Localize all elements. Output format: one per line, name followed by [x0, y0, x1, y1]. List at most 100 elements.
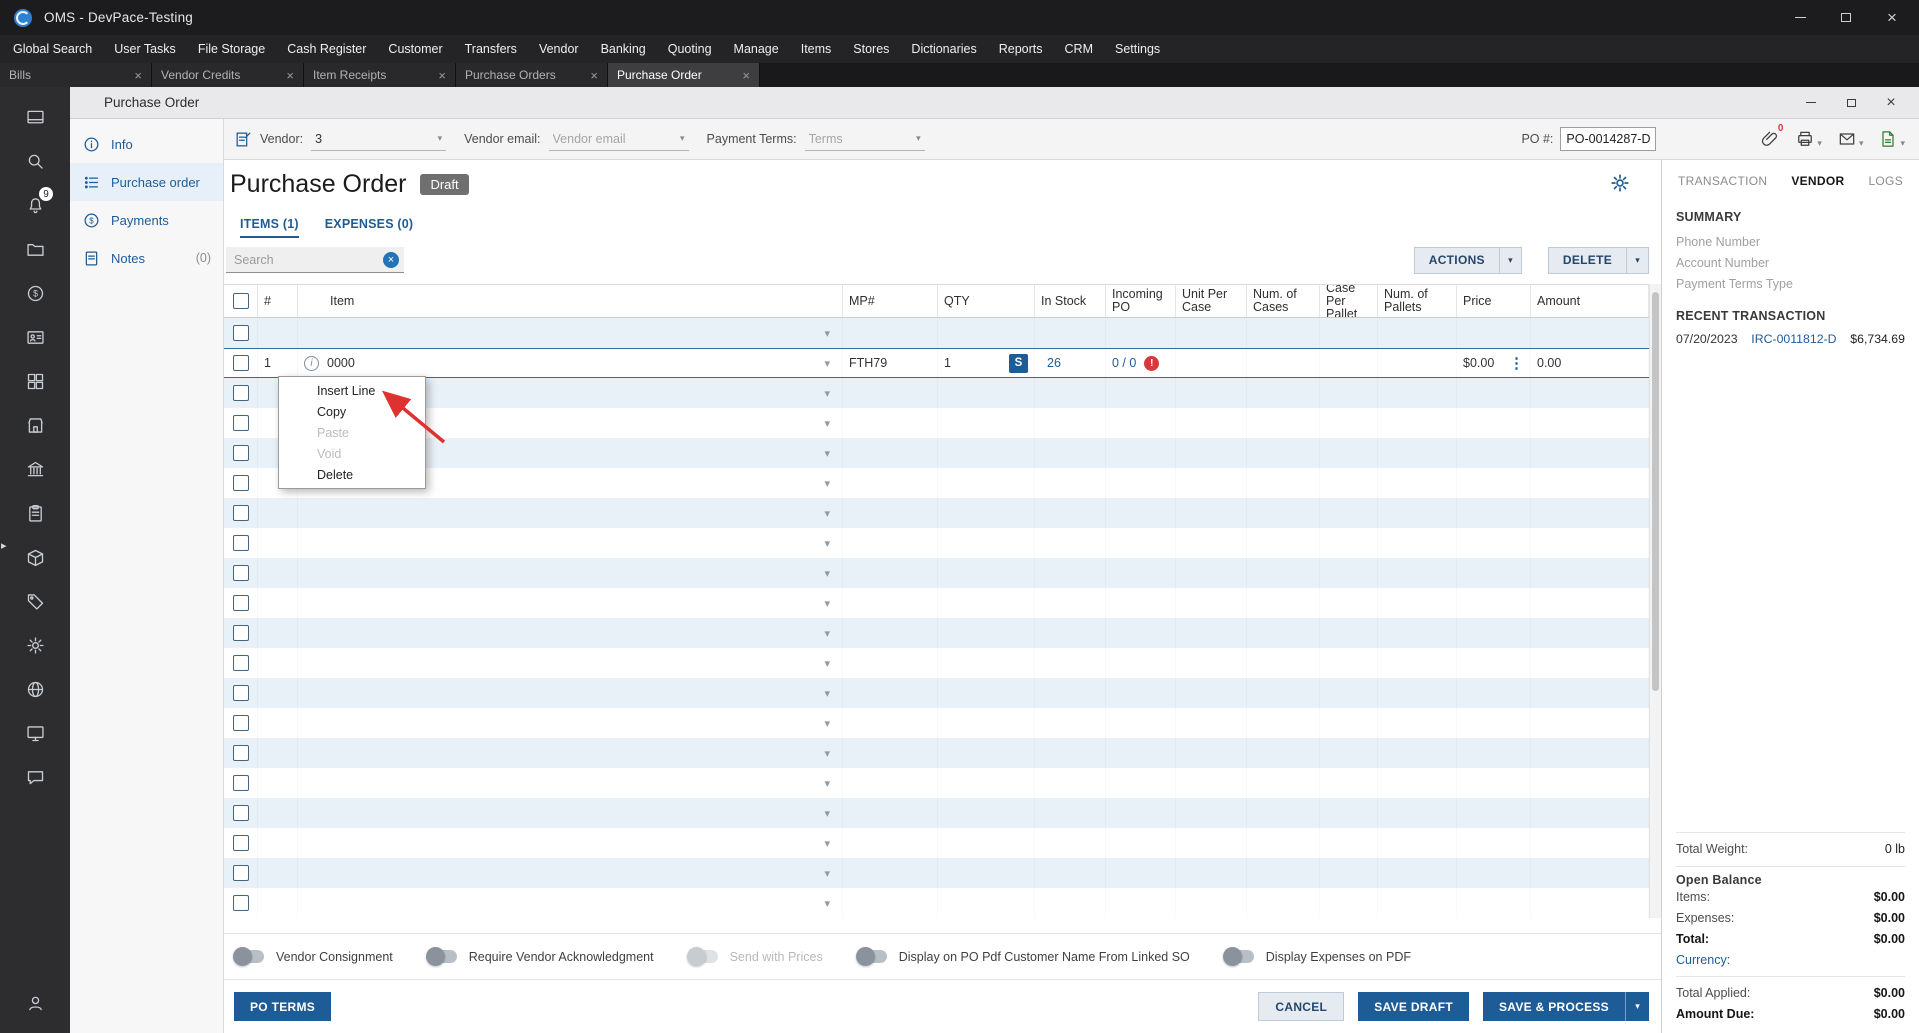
scrollbar-thumb[interactable]	[1652, 292, 1659, 691]
item-dropdown-icon[interactable]: ▾	[824, 387, 830, 400]
column-header-num-of-cases[interactable]: Num. of Cases	[1247, 285, 1320, 317]
nav-item-payments[interactable]: $ Payments	[70, 201, 223, 239]
tab-close-icon[interactable]: ×	[134, 68, 142, 83]
toggle-option[interactable]: Display on PO Pdf Customer Name From Lin…	[857, 950, 1190, 964]
sidebar-item-dashboard[interactable]	[0, 95, 70, 139]
item-dropdown-icon[interactable]: ▾	[824, 687, 830, 700]
toggle-switch[interactable]	[234, 950, 264, 963]
item-dropdown-icon[interactable]: ▾	[824, 657, 830, 670]
column-header-case-per-pallet[interactable]: Case Per Pallet	[1320, 285, 1378, 317]
sidebar-item-settings[interactable]	[0, 623, 70, 667]
menu-item[interactable]: Settings	[1104, 35, 1171, 63]
sidebar-item-tasks[interactable]	[0, 491, 70, 535]
item-dropdown-icon[interactable]: ▾	[824, 837, 830, 850]
row-checkbox[interactable]	[233, 745, 249, 761]
row-checkbox[interactable]	[233, 805, 249, 821]
sidebar-item-user[interactable]	[0, 981, 70, 1025]
po-number-input[interactable]	[1560, 127, 1656, 151]
item-dropdown-icon[interactable]: ▾	[824, 537, 830, 550]
menu-item[interactable]: Stores	[842, 35, 900, 63]
menu-item[interactable]: Transfers	[454, 35, 528, 63]
toggle-switch[interactable]	[688, 950, 718, 963]
item-dropdown-icon[interactable]: ▾	[824, 597, 830, 610]
row-checkbox[interactable]	[233, 355, 249, 371]
delete-button[interactable]: DELETE	[1548, 247, 1627, 274]
email-button[interactable]: ▾	[1837, 129, 1864, 149]
tab-close-icon[interactable]: ×	[286, 68, 294, 83]
item-dropdown-icon[interactable]: ▾	[824, 507, 830, 520]
sidebar-item-folders[interactable]	[0, 227, 70, 271]
incoming-po-link[interactable]: 0 / 0	[1112, 356, 1136, 370]
row-checkbox[interactable]	[233, 535, 249, 551]
column-header-num[interactable]: #	[258, 285, 298, 317]
item-dropdown-icon[interactable]: ▾	[824, 717, 830, 730]
tab-close-icon[interactable]: ×	[438, 68, 446, 83]
row-checkbox[interactable]	[233, 595, 249, 611]
row-menu-icon[interactable]: ⋮	[1509, 354, 1524, 372]
row-checkbox[interactable]	[233, 655, 249, 671]
menu-item[interactable]: Banking	[590, 35, 657, 63]
item-dropdown-icon[interactable]: ▾	[824, 867, 830, 880]
menu-item[interactable]: CRM	[1054, 35, 1104, 63]
nav-item-purchase-order[interactable]: Purchase order	[70, 163, 223, 201]
sidebar-item-globe[interactable]	[0, 667, 70, 711]
row-checkbox[interactable]	[233, 895, 249, 911]
document-tab-vendor-credits[interactable]: Vendor Credits×	[152, 63, 304, 87]
menu-item[interactable]: User Tasks	[103, 35, 187, 63]
document-tab-bills[interactable]: Bills×	[0, 63, 152, 87]
item-dropdown-icon[interactable]: ▾	[824, 327, 830, 340]
tab-transaction[interactable]: TRANSACTION	[1678, 174, 1767, 188]
sidebar-item-search[interactable]	[0, 139, 70, 183]
tab-items[interactable]: ITEMS (1)	[240, 217, 299, 238]
item-dropdown-icon[interactable]: ▾	[824, 897, 830, 910]
export-document-button[interactable]: ▾	[1878, 129, 1905, 149]
grid-settings-button[interactable]	[1609, 172, 1631, 197]
sidebar-item-contacts[interactable]	[0, 315, 70, 359]
sidebar-expand-handle[interactable]: ▸	[1, 539, 7, 552]
context-menu-item[interactable]: Copy	[279, 401, 425, 422]
menu-item[interactable]: Global Search	[2, 35, 103, 63]
document-tab-item-receipts[interactable]: Item Receipts×	[304, 63, 456, 87]
nav-item-notes[interactable]: Notes (0)	[70, 239, 223, 277]
row-checkbox[interactable]	[233, 685, 249, 701]
print-button[interactable]: ▾	[1795, 129, 1822, 149]
save-draft-button[interactable]: SAVE DRAFT	[1358, 992, 1469, 1021]
toggle-switch[interactable]	[427, 950, 457, 963]
row-checkbox[interactable]	[233, 475, 249, 491]
sidebar-item-bank[interactable]	[0, 447, 70, 491]
sidebar-item-screen-share[interactable]	[0, 711, 70, 755]
child-close-button[interactable]: ×	[1871, 87, 1911, 118]
nav-item-info[interactable]: Info	[70, 125, 223, 163]
sidebar-item-chat[interactable]	[0, 755, 70, 799]
row-checkbox[interactable]	[233, 415, 249, 431]
item-dropdown-icon[interactable]: ▾	[824, 627, 830, 640]
menu-item[interactable]: Dictionaries	[900, 35, 987, 63]
save-process-button[interactable]: SAVE & PROCESS	[1483, 992, 1625, 1021]
vendor-select[interactable]: 3 ▾	[311, 127, 446, 151]
menu-item[interactable]: Vendor	[528, 35, 590, 63]
row-checkbox[interactable]	[233, 325, 249, 341]
payment-terms-select[interactable]: Terms ▾	[805, 127, 925, 151]
po-terms-button[interactable]: PO TERMS	[234, 992, 331, 1021]
actions-dropdown-button[interactable]: ▾	[1500, 247, 1522, 274]
column-header-mp[interactable]: MP#	[843, 285, 938, 317]
row-checkbox[interactable]	[233, 385, 249, 401]
tab-logs[interactable]: LOGS	[1868, 174, 1903, 188]
toggle-option[interactable]: Display Expenses on PDF	[1224, 950, 1411, 964]
item-dropdown-icon[interactable]: ▾	[824, 567, 830, 580]
row-checkbox[interactable]	[233, 865, 249, 881]
document-tab-purchase-orders[interactable]: Purchase Orders×	[456, 63, 608, 87]
row-checkbox[interactable]	[233, 565, 249, 581]
toggle-option[interactable]: Vendor Consignment	[234, 950, 393, 964]
sidebar-item-apps[interactable]	[0, 359, 70, 403]
sidebar-item-store[interactable]	[0, 403, 70, 447]
menu-item[interactable]: Items	[790, 35, 843, 63]
minimize-button[interactable]	[1777, 0, 1823, 35]
attachments-button[interactable]: 0	[1760, 129, 1780, 149]
tab-vendor[interactable]: VENDOR	[1791, 174, 1844, 188]
row-checkbox[interactable]	[233, 625, 249, 641]
vendor-email-input[interactable]	[553, 132, 680, 146]
item-dropdown-icon[interactable]: ▾	[824, 777, 830, 790]
transaction-link[interactable]: IRC-0011812-D	[1751, 332, 1836, 346]
column-header-unit-per-case[interactable]: Unit Per Case	[1176, 285, 1247, 317]
